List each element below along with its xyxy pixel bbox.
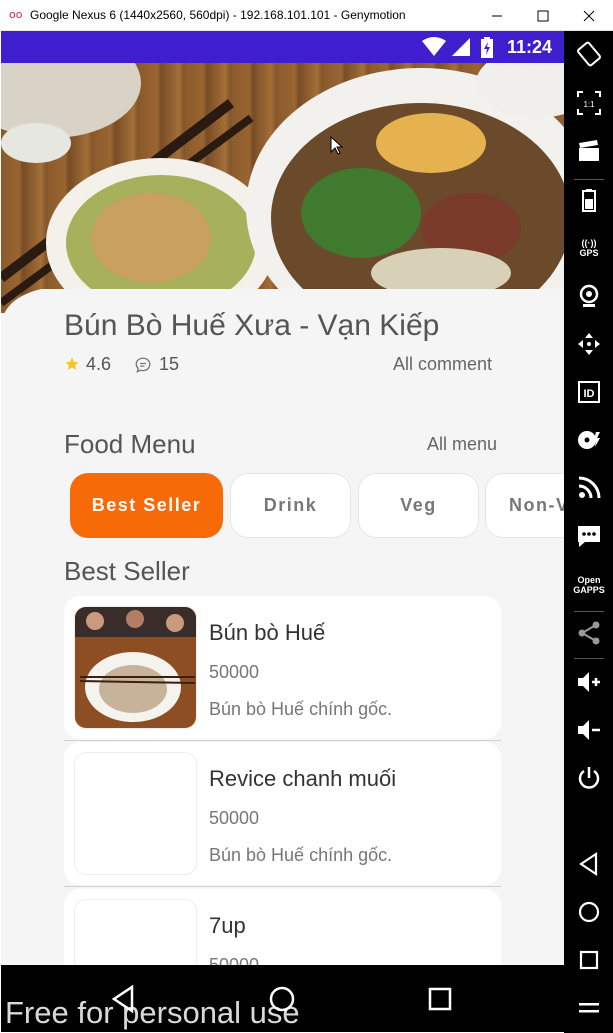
battery-charging-icon <box>481 37 493 58</box>
menu-item-image <box>74 752 197 875</box>
id-icon: ID <box>578 381 600 403</box>
volume-up-button[interactable] <box>572 665 606 699</box>
menu-item-card[interactable]: Bún bò Huế 50000 Bún bò Huế chính gốc. <box>64 596 501 739</box>
divider <box>64 740 501 741</box>
close-icon <box>583 10 595 21</box>
menu-item-description: Bún bò Huế chính gốc. <box>209 845 393 865</box>
toolbar-divider <box>574 179 604 180</box>
toolbar-divider <box>574 611 604 612</box>
back-icon <box>579 851 598 877</box>
battery-button[interactable] <box>572 183 606 217</box>
genymotion-logo: oo <box>9 8 23 21</box>
phone-screen: 11:24 Bún Bò Huế Xưa - Vạn Kiếp 4.6 15 A… <box>1 31 564 965</box>
pixel-perfect-icon: 1:1 <box>577 91 601 115</box>
menu-item-image <box>74 606 197 729</box>
open-gapps-icon: Open GAPPS <box>573 575 605 595</box>
home-icon <box>578 901 600 923</box>
status-time: 11:24 <box>506 37 552 57</box>
side-back-button[interactable] <box>572 847 606 881</box>
message-icon <box>578 526 600 547</box>
disk-icon <box>578 431 600 449</box>
restaurant-name: Bún Bò Huế Xưa - Vạn Kiếp <box>64 309 440 342</box>
wifi-icon <box>422 37 446 56</box>
rotate-button[interactable] <box>572 37 606 71</box>
mouse-cursor-icon <box>330 136 344 155</box>
menu-item-card[interactable]: Revice chanh muối 50000 Bún bò Huế chính… <box>64 742 501 885</box>
menu-icon <box>579 1003 599 1013</box>
genymotion-window: oo Google Nexus 6 (1440x2560, 560dpi) - … <box>0 0 613 1033</box>
comment-count: 15 <box>159 354 180 374</box>
bun-bo-photo <box>75 607 196 728</box>
side-menu-button[interactable] <box>572 991 606 1025</box>
side-recents-button[interactable] <box>572 943 606 977</box>
menu-item-price: 50000 <box>209 808 260 828</box>
network-button[interactable] <box>572 471 606 505</box>
comment-icon <box>135 357 151 373</box>
window-title-bar: oo Google Nexus 6 (1440x2560, 560dpi) - … <box>0 0 613 31</box>
device-id-button[interactable]: ID <box>572 375 606 409</box>
close-button[interactable] <box>566 0 612 31</box>
webcam-icon <box>579 284 599 307</box>
window-title: Google Nexus 6 (1440x2560, 560dpi) - 192… <box>30 8 406 22</box>
phone-sms-button[interactable] <box>572 519 606 553</box>
gps-icon: ((·)) GPS <box>579 238 599 258</box>
watermark-text: Free for personal use <box>5 995 300 1030</box>
pixel-perfect-button[interactable]: 1:1 <box>572 86 606 120</box>
genymotion-toolbar: 1:1 ((·)) GPS ID Open GAPPS <box>564 31 613 1033</box>
menu-item-description: Bún bò Huế chính gốc. <box>209 699 393 719</box>
rotate-icon <box>577 41 601 67</box>
gps-button[interactable]: ((·)) GPS <box>572 231 606 265</box>
svg-text:ID: ID <box>584 388 595 400</box>
minimize-icon <box>492 15 502 16</box>
all-comment-link[interactable]: All comment <box>393 354 492 375</box>
toolbar-divider <box>574 658 604 659</box>
section-title: Best Seller <box>64 556 190 586</box>
menu-item-price: 50000 <box>209 662 260 682</box>
camera-button[interactable] <box>572 279 606 313</box>
menu-item-price: 50000 <box>209 955 260 965</box>
food-menu-title: Food Menu <box>64 429 196 459</box>
battery-icon <box>582 189 596 212</box>
clapperboard-icon <box>579 140 599 161</box>
menu-item-image <box>74 899 197 965</box>
menu-item-card[interactable]: 7up 50000 <box>64 889 501 965</box>
star-icon <box>65 357 79 370</box>
category-chip-veg[interactable]: Veg <box>358 473 479 538</box>
share-button[interactable] <box>572 616 606 650</box>
rating-value: 4.6 <box>86 354 112 374</box>
maximize-button[interactable] <box>520 0 566 31</box>
minimize-button[interactable] <box>474 0 520 31</box>
svg-text:1:1: 1:1 <box>583 100 595 109</box>
menu-item-name: 7up <box>209 913 246 938</box>
volume-down-button[interactable] <box>572 713 606 747</box>
menu-item-name: Revice chanh muối <box>209 766 397 791</box>
power-button[interactable] <box>572 761 606 795</box>
disk-io-button[interactable] <box>572 423 606 457</box>
share-icon <box>578 621 600 645</box>
open-gapps-button[interactable]: Open GAPPS <box>572 568 606 602</box>
volume-up-icon <box>578 672 600 692</box>
divider <box>64 886 501 887</box>
all-menu-link[interactable]: All menu <box>427 434 497 455</box>
recents-icon <box>579 950 599 970</box>
volume-down-icon <box>578 720 600 740</box>
signal-icon <box>452 38 470 56</box>
power-icon <box>578 767 600 789</box>
category-chip-drink[interactable]: Drink <box>230 473 351 538</box>
category-chip-best-seller[interactable]: Best Seller <box>70 473 223 538</box>
food-photo <box>1 63 564 313</box>
category-chip-non-veg[interactable]: Non-V <box>485 473 564 538</box>
recents-icon[interactable] <box>424 983 456 1015</box>
move-arrows-icon <box>578 333 600 355</box>
restaurant-hero-image <box>1 63 564 313</box>
rss-icon <box>578 476 601 499</box>
status-bar: 11:24 <box>1 31 564 63</box>
screencast-button[interactable] <box>572 134 606 168</box>
remote-control-button[interactable] <box>572 327 606 361</box>
menu-item-name: Bún bò Huế <box>209 620 326 645</box>
side-home-button[interactable] <box>572 895 606 929</box>
maximize-icon <box>537 10 549 21</box>
